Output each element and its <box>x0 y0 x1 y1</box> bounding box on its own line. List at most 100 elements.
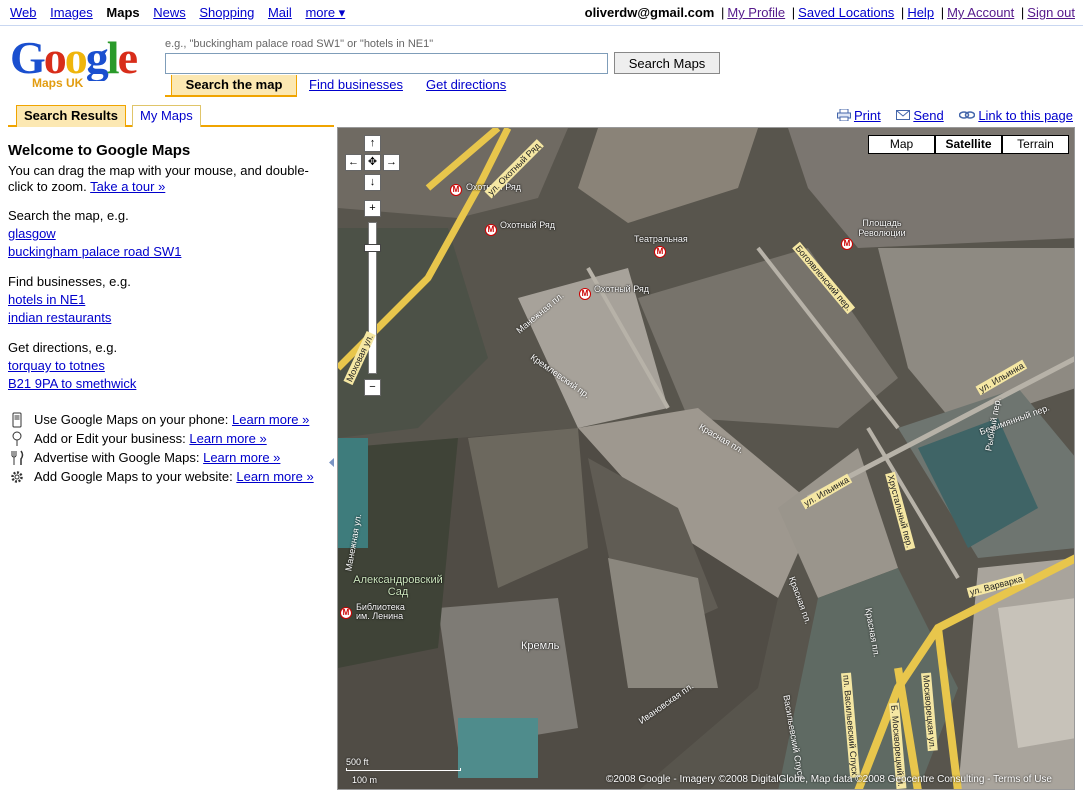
printer-icon <box>836 109 851 121</box>
recenter-button[interactable]: ✥ <box>364 154 381 171</box>
metro-icon[interactable]: M <box>841 238 853 250</box>
nav-maps-current: Maps <box>106 5 140 20</box>
nav-news[interactable]: News <box>153 5 186 20</box>
my-account-link[interactable]: My Account <box>947 5 1014 20</box>
my-profile-link[interactable]: My Profile <box>727 5 785 20</box>
print-action[interactable]: Print <box>836 108 884 123</box>
fork-knife-icon <box>11 450 24 465</box>
search-examples: Search the map, e.g. glasgow buckingham … <box>8 207 328 261</box>
map-scale: 500 ft 100 m <box>346 757 461 787</box>
example-indian-restaurants[interactable]: indian restaurants <box>8 310 111 325</box>
learn-more-phone[interactable]: Learn more » <box>232 412 309 427</box>
maps-uk-subtitle: Maps UK <box>32 76 84 90</box>
send-link[interactable]: Send <box>913 108 943 123</box>
nav-shopping[interactable]: Shopping <box>199 5 254 20</box>
metro-icon[interactable]: M <box>340 607 352 619</box>
scale-meters: 100 m <box>352 775 378 785</box>
search-maps-button[interactable]: Search Maps <box>614 52 720 74</box>
metro-label-ploshchad-revolyutsii[interactable]: Площадь Революции <box>856 218 908 238</box>
metro-icon[interactable]: M <box>579 288 591 300</box>
envelope-icon <box>896 110 911 120</box>
tab-find-businesses[interactable]: Find businesses <box>309 75 403 96</box>
tab-my-maps[interactable]: My Maps <box>132 105 201 127</box>
metro-label-biblioteka[interactable]: Библиотека им. Ленина <box>356 603 406 621</box>
metro-icon[interactable]: M <box>485 224 497 236</box>
help-link[interactable]: Help <box>907 5 934 20</box>
directions-examples: Get directions, e.g. torquay to totnes B… <box>8 339 328 393</box>
directions-examples-label: Get directions, e.g. <box>8 340 118 355</box>
map-viewport[interactable]: Map Satellite Terrain ↑ ← ✥ → ↓ + − M Ох… <box>337 127 1075 790</box>
nav-images[interactable]: Images <box>50 5 93 20</box>
pan-up-button[interactable]: ↑ <box>364 135 381 152</box>
svg-text:Google: Google <box>10 33 138 81</box>
business-examples-label: Find businesses, e.g. <box>8 274 131 289</box>
link-action[interactable]: Link to this page <box>959 108 1073 123</box>
saved-locations-link[interactable]: Saved Locations <box>798 5 894 20</box>
zoom-out-button[interactable]: − <box>364 379 381 396</box>
learn-more-website[interactable]: Learn more » <box>236 469 313 484</box>
business-examples: Find businesses, e.g. hotels in NE1 indi… <box>8 273 328 327</box>
satellite-imagery <box>338 128 1074 789</box>
metro-label-okhotny-ryad-3[interactable]: Охотный Ряд <box>594 284 649 294</box>
map-type-satellite-button[interactable]: Satellite <box>935 135 1002 154</box>
search-mode-tabs: Search the map Find businesses Get direc… <box>165 75 775 97</box>
pan-down-button[interactable]: ↓ <box>364 174 381 191</box>
google-maps-logo[interactable]: Google Maps UK <box>10 32 160 93</box>
feature-advertise: Advertise with Google Maps: Learn more » <box>8 449 328 468</box>
nav-more-dropdown[interactable]: more ▾ <box>305 5 345 20</box>
map-type-terrain-button[interactable]: Terrain <box>1002 135 1069 154</box>
tab-search-results[interactable]: Search Results <box>16 105 126 127</box>
pan-right-button[interactable]: → <box>383 154 400 171</box>
example-hotels[interactable]: hotels in NE1 <box>8 292 85 307</box>
scale-feet: 500 ft <box>346 757 369 767</box>
welcome-intro: You can drag the map with your mouse, an… <box>8 163 309 194</box>
learn-more-business[interactable]: Learn more » <box>189 431 266 446</box>
gear-icon <box>11 471 23 483</box>
map-action-links: Print Send Link to this page <box>825 108 1073 123</box>
feature-website: Add Google Maps to your website: Learn m… <box>8 468 328 487</box>
welcome-title: Welcome to Google Maps <box>8 142 191 159</box>
feature-business: Add or Edit your business: Learn more » <box>8 430 328 449</box>
print-link[interactable]: Print <box>854 108 881 123</box>
google-services-nav: Web Images Maps News Shopping Mail more … <box>10 5 355 21</box>
user-email: oliverdw@gmail.com <box>584 5 715 20</box>
user-nav: oliverdw@gmail.com | My Profile | Saved Lo… <box>584 5 1075 20</box>
map-copyright: ©2008 Google - Imagery ©2008 DigitalGlob… <box>605 774 1052 785</box>
chain-link-icon <box>959 111 976 119</box>
example-buckingham[interactable]: buckingham palace road SW1 <box>8 244 181 259</box>
tab-search-the-map[interactable]: Search the map <box>171 75 297 96</box>
sign-out-link[interactable]: Sign out <box>1027 5 1075 20</box>
take-tour-link[interactable]: Take a tour » <box>90 179 165 194</box>
map-type-map-button[interactable]: Map <box>868 135 935 154</box>
metro-icon[interactable]: M <box>450 184 462 196</box>
collapse-panel-arrow-icon[interactable] <box>329 458 334 467</box>
map-pin-icon <box>12 431 22 446</box>
google-wordmark: Google <box>10 32 140 83</box>
pan-left-button[interactable]: ← <box>345 154 362 171</box>
feature-phone: Use Google Maps on your phone: Learn mor… <box>8 411 328 430</box>
metro-label-okhotny-ryad-2[interactable]: Охотный Ряд <box>500 220 555 230</box>
search-examples-label: Search the map, e.g. <box>8 208 129 223</box>
example-torquay[interactable]: torquay to totnes <box>8 358 105 373</box>
metro-icon[interactable]: M <box>654 246 666 258</box>
left-panel: Welcome to Google Maps You can drag the … <box>8 140 328 487</box>
search-input[interactable] <box>165 53 608 74</box>
top-nav-bar: Web Images Maps News Shopping Mail more … <box>0 0 1083 26</box>
metro-label-teatralnaya[interactable]: Театральная <box>634 234 688 244</box>
panel-tabs: Search Results My Maps <box>8 104 334 127</box>
send-action[interactable]: Send <box>896 108 947 123</box>
zoom-in-button[interactable]: + <box>364 200 381 217</box>
example-b21[interactable]: B21 9PA to smethwick <box>8 376 136 391</box>
search-hint: e.g., "buckingham palace road SW1" or "h… <box>165 38 434 50</box>
feature-list: Use Google Maps on your phone: Learn mor… <box>8 411 328 487</box>
nav-web[interactable]: Web <box>10 5 37 20</box>
park-label-alexandrovsky-sad[interactable]: Александровский Сад <box>343 574 453 598</box>
learn-more-advertise[interactable]: Learn more » <box>203 450 280 465</box>
tab-get-directions[interactable]: Get directions <box>426 75 506 96</box>
link-to-page[interactable]: Link to this page <box>978 108 1073 123</box>
nav-mail[interactable]: Mail <box>268 5 292 20</box>
landmark-label-kremlin[interactable]: Кремль <box>521 640 559 652</box>
example-glasgow[interactable]: glasgow <box>8 226 56 241</box>
zoom-slider-handle[interactable] <box>364 244 381 252</box>
phone-icon <box>12 412 22 428</box>
